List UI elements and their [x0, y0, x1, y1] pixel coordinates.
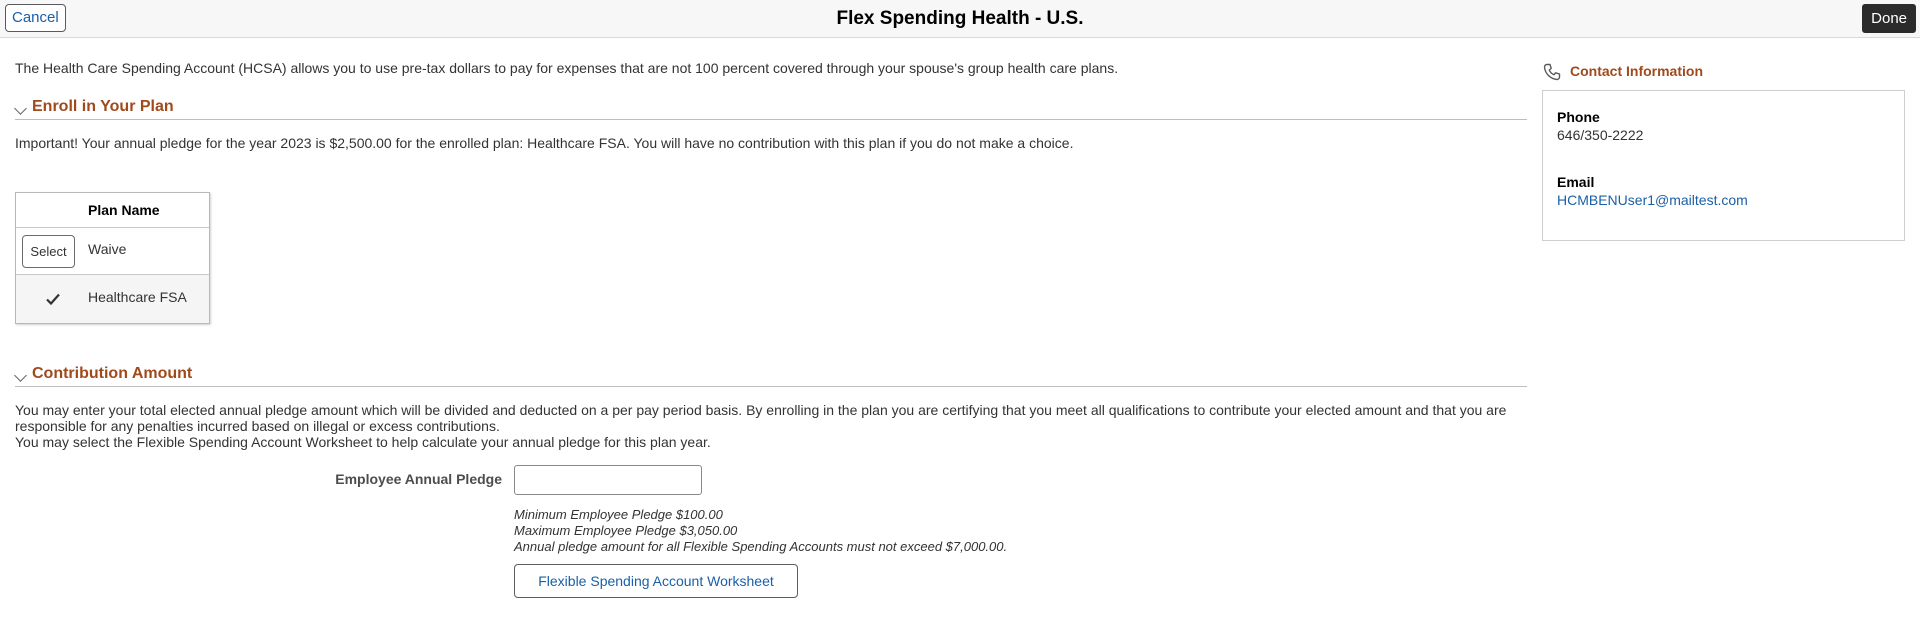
phone-value: 646/350-2222 [1557, 127, 1644, 143]
contact-information-title: Contact Information [1570, 63, 1703, 79]
worksheet-description: You may select the Flexible Spending Acc… [15, 434, 711, 450]
enroll-section-title: Enroll in Your Plan [32, 98, 174, 115]
page-header: Flex Spending Health - U.S. Cancel Done [0, 0, 1920, 38]
select-waive-button[interactable]: Select [22, 235, 75, 268]
chevron-down-icon [14, 369, 27, 382]
plan-row-healthcare-fsa: Healthcare FSA [16, 275, 209, 323]
maximum-pledge-hint: Maximum Employee Pledge $3,050.00 [514, 523, 738, 538]
email-label: Email [1557, 174, 1595, 190]
fsa-worksheet-button[interactable]: Flexible Spending Account Worksheet [514, 564, 798, 598]
done-button[interactable]: Done [1862, 4, 1916, 33]
email-link[interactable]: HCMBENUser1@mailtest.com [1557, 192, 1748, 208]
contribution-section-title: Contribution Amount [32, 365, 193, 382]
minimum-pledge-hint: Minimum Employee Pledge $100.00 [514, 507, 723, 522]
contribution-description: You may enter your total elected annual … [15, 402, 1507, 434]
contribution-section-header[interactable]: Contribution Amount [14, 365, 1527, 387]
plan-name-healthcare-fsa: Healthcare FSA [88, 289, 187, 305]
plan-name-waive: Waive [88, 241, 127, 257]
checkmark-icon [46, 293, 60, 306]
cancel-button[interactable]: Cancel [5, 4, 66, 32]
annual-pledge-notice: Important! Your annual pledge for the ye… [15, 135, 1074, 151]
plan-row-waive: Select Waive [16, 228, 209, 275]
phone-icon [1543, 63, 1561, 81]
chevron-down-icon [14, 102, 27, 115]
plan-name-column-header: Plan Name [88, 202, 160, 218]
total-pledge-limit-hint: Annual pledge amount for all Flexible Sp… [514, 539, 1008, 554]
enroll-section-header[interactable]: Enroll in Your Plan [14, 98, 1527, 120]
plan-table: Plan Name Select Waive Healthcare FSA [15, 192, 210, 324]
employee-annual-pledge-label: Employee Annual Pledge [335, 471, 502, 487]
intro-text: The Health Care Spending Account (HCSA) … [15, 60, 1119, 76]
plan-table-header: Plan Name [16, 193, 209, 228]
phone-label: Phone [1557, 109, 1600, 125]
contact-information-panel: Phone 646/350-2222 Email HCMBENUser1@mai… [1542, 90, 1905, 241]
page-title: Flex Spending Health - U.S. [836, 8, 1084, 29]
employee-annual-pledge-input[interactable] [514, 465, 702, 495]
